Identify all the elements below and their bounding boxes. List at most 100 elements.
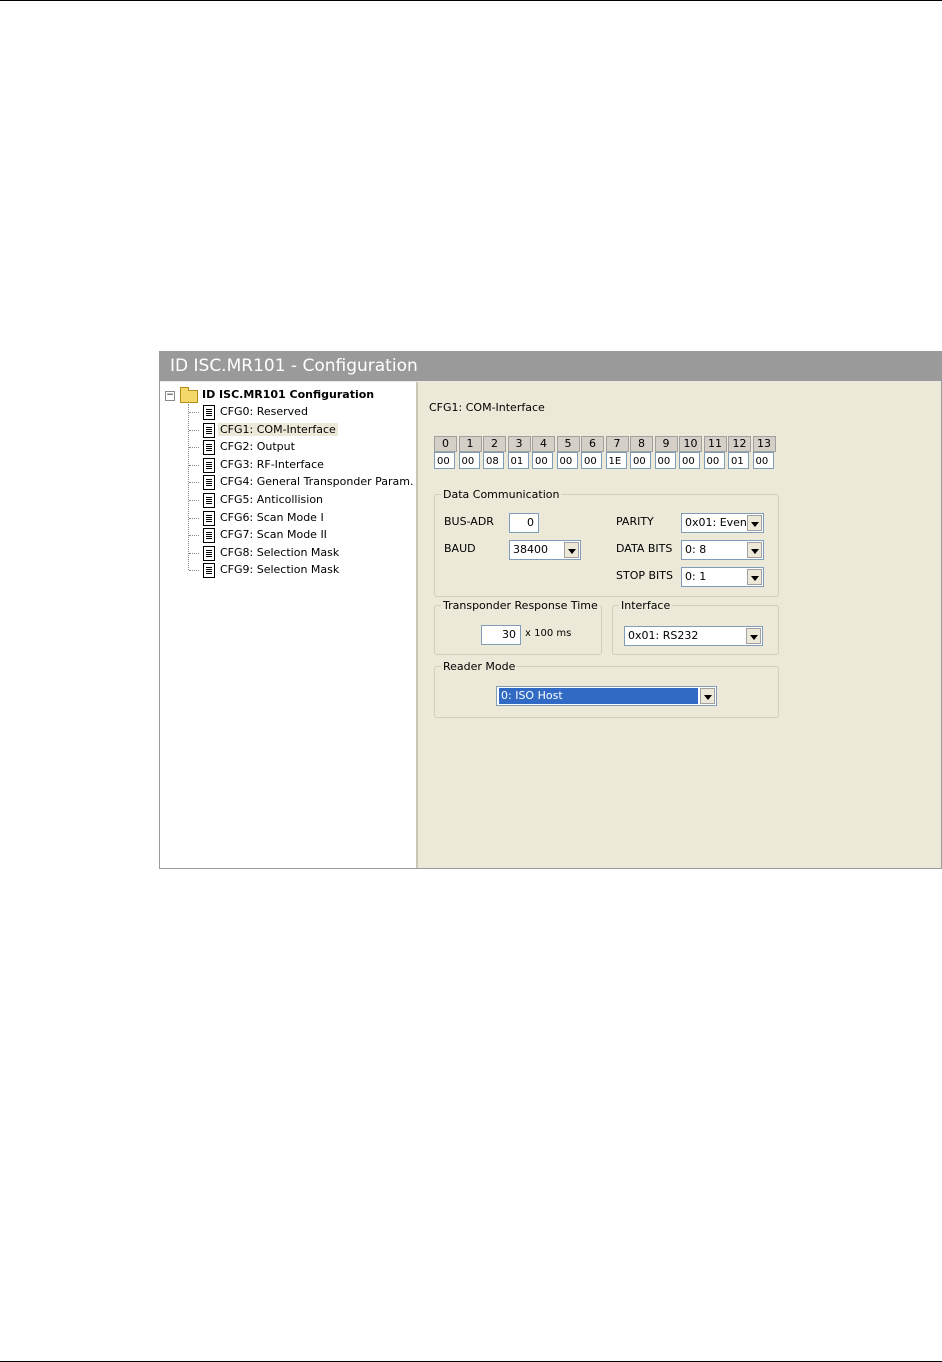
tree-item-cfg4[interactable]: CFG4: General Transponder Param. <box>218 474 415 490</box>
byte-value-cell[interactable]: 00 <box>458 452 480 469</box>
byte-index-header: 3 <box>507 436 531 452</box>
byte-value-cell[interactable]: 00 <box>630 452 651 469</box>
byte-index-header: 5 <box>556 436 580 452</box>
chevron-down-icon[interactable] <box>747 569 762 585</box>
parity-select[interactable]: 0x01: Even <box>681 513 764 533</box>
tree-item-label: CFG2: Output <box>220 440 295 454</box>
byte-index-header: 7 <box>605 436 629 452</box>
panel-heading: CFG1: COM-Interface <box>429 401 545 414</box>
byte-index-header: 12 <box>728 436 751 452</box>
interface-value: 0x01: RS232 <box>628 629 699 642</box>
tree-item-cfg1[interactable]: CFG1: COM-Interface <box>218 422 338 438</box>
byte-value-cell[interactable]: 08 <box>483 452 504 469</box>
baud-label: BAUD <box>444 542 476 555</box>
chevron-down-icon[interactable] <box>747 542 762 558</box>
tree-item-cfg2[interactable]: CFG2: Output <box>218 439 297 455</box>
byte-value-cell[interactable]: 00 <box>679 452 700 469</box>
byte-index-header: 0 <box>434 436 457 452</box>
chevron-down-icon[interactable] <box>700 688 715 704</box>
tree-item-label: CFG4: General Transponder Param. <box>220 475 414 489</box>
data-bits-select[interactable]: 0: 8 <box>681 540 764 560</box>
tree-root[interactable]: ID ISC.MR101 Configuration <box>200 387 376 403</box>
byte-index-header: 6 <box>581 436 604 452</box>
tree-connector <box>189 412 199 413</box>
interface-legend: Interface <box>621 599 671 612</box>
tree-item-label: CFG7: Scan Mode II <box>220 528 327 542</box>
response-time-input[interactable]: 30 <box>481 625 521 645</box>
byte-value-cell[interactable]: 00 <box>703 452 725 469</box>
tree-connector <box>189 535 199 537</box>
byte-index-header: 2 <box>483 436 506 452</box>
tree-connector <box>189 482 199 484</box>
tree-item-label: CFG5: Anticollision <box>220 493 324 506</box>
chevron-down-icon[interactable] <box>747 515 762 531</box>
chevron-down-icon[interactable] <box>564 542 579 558</box>
document-icon <box>203 510 215 526</box>
response-time-value: 30 <box>502 628 516 641</box>
reader-mode-value: 0: ISO Host <box>499 688 698 704</box>
bus-adr-value: 0 <box>527 516 534 529</box>
byte-value-cell[interactable]: 00 <box>752 452 774 469</box>
tree-item-label: CFG8: Selection Mask <box>220 545 340 559</box>
byte-value-cell[interactable]: 1E <box>605 452 627 469</box>
byte-index-header: 10 <box>679 436 702 452</box>
tree-connector <box>189 517 199 519</box>
reader-mode-select[interactable]: 0: ISO Host <box>496 686 717 706</box>
byte-value-cell[interactable]: 00 <box>654 452 676 469</box>
tree-item-label: CFG0: Reserved <box>220 405 308 418</box>
document-icon <box>203 422 215 438</box>
tree-item-cfg7[interactable]: CFG7: Scan Mode II <box>218 527 329 543</box>
window-titlebar: ID ISC.MR101 - Configuration <box>160 352 941 382</box>
byte-index-header: 1 <box>458 436 482 452</box>
tree-item-label: CFG1: COM-Interface <box>218 422 338 436</box>
reader-mode-legend: Reader Mode <box>443 660 516 673</box>
tree-item-cfg9[interactable]: CFG9: Selection Mask <box>218 562 341 578</box>
document-icon <box>203 563 215 579</box>
config-window: ID ISC.MR101 - Configuration − ID ISC.MR… <box>159 351 942 869</box>
tree-item-cfg0[interactable]: CFG0: Reserved <box>218 404 310 420</box>
tree-connector <box>189 429 199 431</box>
interface-select[interactable]: 0x01: RS232 <box>624 626 763 646</box>
collapse-toggle-icon[interactable]: − <box>165 391 175 401</box>
data-communication-legend: Data Communication <box>443 488 560 501</box>
tree-item-label: CFG9: Selection Mask <box>220 563 340 577</box>
chevron-down-icon[interactable] <box>746 628 761 644</box>
response-time-unit: x 100 ms <box>525 628 572 639</box>
data-bits-value: 0: 8 <box>685 543 707 556</box>
baud-value: 38400 <box>513 543 548 556</box>
stop-bits-select[interactable]: 0: 1 <box>681 567 764 587</box>
response-time-legend: Transponder Response Time <box>443 599 598 612</box>
bus-adr-input[interactable]: 0 <box>509 513 539 533</box>
byte-value-cell[interactable]: 01 <box>728 452 749 469</box>
stop-bits-value: 0: 1 <box>685 570 707 583</box>
tree-item-cfg3[interactable]: CFG3: RF-Interface <box>218 457 326 473</box>
document-icon <box>203 405 215 420</box>
tree-root-label: ID ISC.MR101 Configuration <box>202 388 375 401</box>
data-bits-label: DATA BITS <box>616 542 673 555</box>
byte-value-cell[interactable]: 00 <box>532 452 553 469</box>
tree-item-label: CFG6: Scan Mode I <box>220 510 324 524</box>
tree-item-cfg6[interactable]: CFG6: Scan Mode I <box>218 510 326 526</box>
byte-value-cell[interactable]: 00 <box>434 452 455 469</box>
document-icon <box>203 528 215 544</box>
tree-item-cfg8[interactable]: CFG8: Selection Mask <box>218 545 341 561</box>
window-title: ID ISC.MR101 - Configuration <box>170 356 418 376</box>
config-tree[interactable]: − ID ISC.MR101 Configuration CFG0: Reser… <box>160 382 418 868</box>
document-icon <box>203 545 215 561</box>
byte-index-header: 11 <box>703 436 727 452</box>
byte-value-cell[interactable]: 01 <box>507 452 529 469</box>
baud-select[interactable]: 38400 <box>509 540 581 560</box>
tree-connector <box>189 500 199 501</box>
byte-value-cell[interactable]: 00 <box>556 452 578 469</box>
byte-value-cell[interactable]: 00 <box>581 452 602 469</box>
parity-value: 0x01: Even <box>685 516 747 529</box>
tree-connector <box>189 464 199 466</box>
document-icon <box>203 493 215 508</box>
byte-index-header: 13 <box>752 436 776 452</box>
tree-item-label: CFG3: RF-Interface <box>220 457 324 471</box>
stop-bits-label: STOP BITS <box>616 569 673 582</box>
tree-item-cfg5[interactable]: CFG5: Anticollision <box>218 492 325 508</box>
document-icon <box>203 457 215 473</box>
byte-index-header: 4 <box>532 436 555 452</box>
page-top-rule <box>0 0 942 1</box>
